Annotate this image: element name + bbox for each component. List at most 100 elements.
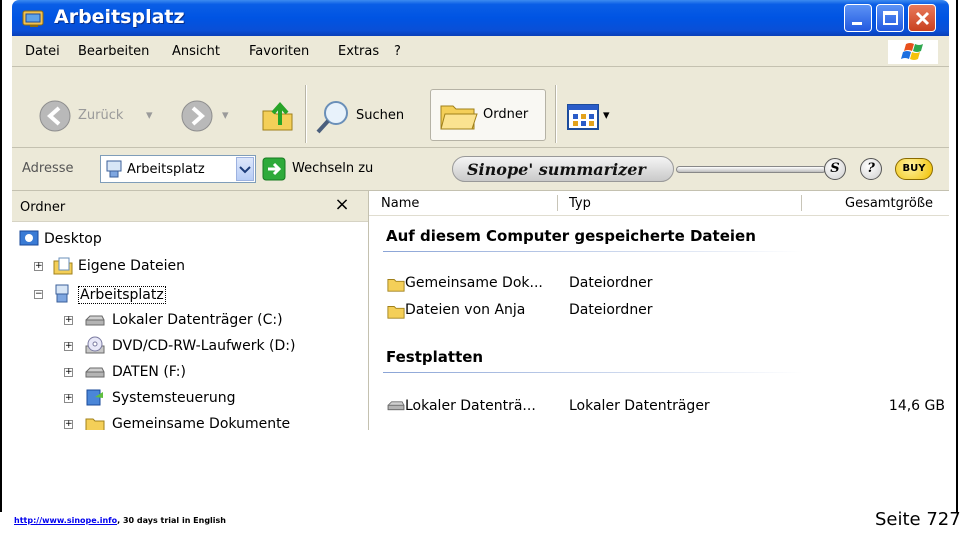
menu-datei[interactable]: Datei	[25, 44, 60, 59]
footer-link[interactable]: http://www.sinope.info	[14, 516, 117, 525]
search-button[interactable]: Suchen	[314, 97, 424, 137]
expand-icon[interactable]: +	[34, 262, 43, 271]
item-name: Dateien von Anja	[405, 302, 526, 318]
desktop-icon	[19, 230, 39, 246]
expand-icon[interactable]: +	[64, 342, 73, 351]
folder-icon	[387, 279, 405, 292]
sinope-product: summarizer	[538, 160, 646, 179]
my-documents-icon	[53, 257, 73, 275]
my-computer-icon	[55, 284, 69, 303]
explorer-window: Arbeitsplatz Datei Bearbeiten Ansicht Fa…	[12, 0, 949, 430]
folders-label: Ordner	[483, 107, 529, 122]
windows-logo-icon	[888, 40, 938, 64]
column-name[interactable]: Name	[381, 196, 419, 211]
forward-button[interactable]: ▾	[180, 99, 240, 135]
address-combobox[interactable]: Arbeitsplatz	[100, 155, 256, 183]
my-computer-icon	[106, 160, 122, 178]
tree-item-label: Eigene Dateien	[78, 258, 186, 274]
folders-pane-header: Ordner ×	[12, 191, 368, 222]
minimize-button[interactable]	[844, 4, 872, 32]
cd-drive-icon	[85, 336, 105, 354]
list-item[interactable]: Dateien von Anja Dateiordner	[386, 300, 946, 322]
tree-item-label: DATEN (F:)	[112, 364, 186, 380]
page-border-left	[0, 0, 2, 512]
address-dropdown-button[interactable]	[236, 157, 254, 181]
menu-bar: Datei Bearbeiten Ansicht Favoriten Extra…	[12, 36, 949, 67]
help-button[interactable]: ?	[860, 158, 882, 180]
menu-extras[interactable]: Extras	[338, 44, 379, 59]
sinope-logo: Sinope' summarizer	[467, 160, 646, 179]
group-header: Auf diesem Computer gespeicherte Dateien	[386, 227, 756, 245]
folder-icon	[387, 306, 405, 319]
folder-icon	[85, 418, 105, 430]
column-size[interactable]: Gesamtgröße	[845, 196, 933, 211]
back-label: Zurück	[78, 108, 124, 123]
sinope-summarizer-bar[interactable]: Sinope' summarizer	[452, 156, 674, 182]
address-value: Arbeitsplatz	[127, 162, 205, 177]
back-dropdown-icon[interactable]: ▾	[146, 108, 153, 123]
hard-drive-icon	[85, 367, 105, 378]
views-dropdown-icon: ▾	[603, 108, 610, 123]
close-button[interactable]	[908, 4, 936, 32]
views-button[interactable]: ▾	[566, 101, 620, 133]
item-size: 14,6 GB	[888, 398, 945, 414]
folder-open-icon	[440, 105, 478, 130]
toolbar-separator	[305, 85, 307, 143]
tree-item-label: DVD/CD-RW-Laufwerk (D:)	[112, 338, 296, 354]
buy-button[interactable]: BUY	[895, 158, 933, 180]
group-divider	[383, 251, 803, 252]
tree-item-label: Gemeinsame Dokumente	[112, 416, 291, 430]
column-type[interactable]: Typ	[569, 196, 591, 211]
address-label: Adresse	[22, 161, 74, 176]
tree-item-label: Lokaler Datenträger (C:)	[112, 312, 283, 328]
item-type: Dateiordner	[569, 302, 653, 318]
summarize-button[interactable]: S	[824, 158, 846, 180]
my-computer-icon	[22, 10, 44, 27]
column-header: Name Typ Gesamtgröße	[369, 191, 949, 216]
go-button[interactable]: Wechseln zu	[262, 156, 442, 182]
expand-icon[interactable]: +	[64, 368, 73, 377]
item-name: Gemeinsame Dok...	[405, 275, 543, 291]
title-bar[interactable]: Arbeitsplatz	[12, 0, 949, 36]
expand-icon[interactable]: +	[64, 420, 73, 429]
column-divider[interactable]	[557, 195, 558, 211]
menu-ansicht[interactable]: Ansicht	[172, 44, 220, 59]
collapse-icon[interactable]: −	[34, 290, 43, 299]
go-label: Wechseln zu	[292, 161, 374, 176]
item-type: Lokaler Datenträger	[569, 398, 710, 414]
footer-trial-text: , 30 days trial in English	[117, 516, 226, 525]
tree-item-label: Systemsteuerung	[112, 390, 236, 406]
close-icon	[915, 11, 930, 26]
maximize-icon	[883, 11, 898, 25]
search-label: Suchen	[356, 108, 405, 123]
list-item[interactable]: Lokaler Datenträ... Lokaler Datenträger …	[386, 396, 949, 418]
menu-favoriten[interactable]: Favoriten	[249, 44, 309, 59]
toolbar-separator	[555, 85, 557, 143]
tree-item-label: Arbeitsplatz	[78, 286, 166, 304]
footer-note: http://www.sinope.info, 30 days trial in…	[14, 516, 226, 525]
folders-pane: Ordner × Desktop + Eigene Dateien − Arbe…	[12, 191, 369, 430]
summarizer-slider[interactable]	[676, 166, 826, 173]
menu-help[interactable]: ?	[394, 44, 401, 59]
back-arrow-icon	[39, 100, 71, 132]
go-arrow-icon	[262, 157, 286, 181]
column-divider[interactable]	[801, 195, 802, 211]
chevron-down-icon	[239, 166, 251, 174]
forward-dropdown-icon[interactable]: ▾	[222, 108, 229, 123]
up-folder-icon[interactable]	[260, 97, 296, 133]
item-type: Dateiordner	[569, 275, 653, 291]
close-pane-icon[interactable]: ×	[330, 193, 354, 217]
expand-icon[interactable]: +	[64, 316, 73, 325]
expand-icon[interactable]: +	[64, 394, 73, 403]
list-item[interactable]: Gemeinsame Dok... Dateiordner	[386, 273, 946, 295]
address-bar: Adresse Arbeitsplatz Wechseln zu Sinope'…	[12, 148, 949, 191]
back-button[interactable]: Zurück ▾	[38, 99, 178, 135]
control-panel-icon	[86, 389, 103, 406]
hard-drive-icon	[387, 401, 405, 411]
menu-bearbeiten[interactable]: Bearbeiten	[78, 44, 149, 59]
folders-pane-title: Ordner	[20, 200, 66, 215]
views-icon	[567, 104, 599, 130]
page-number: Seite 727	[875, 509, 961, 530]
folders-button[interactable]: Ordner	[430, 89, 546, 141]
maximize-button[interactable]	[876, 4, 904, 32]
